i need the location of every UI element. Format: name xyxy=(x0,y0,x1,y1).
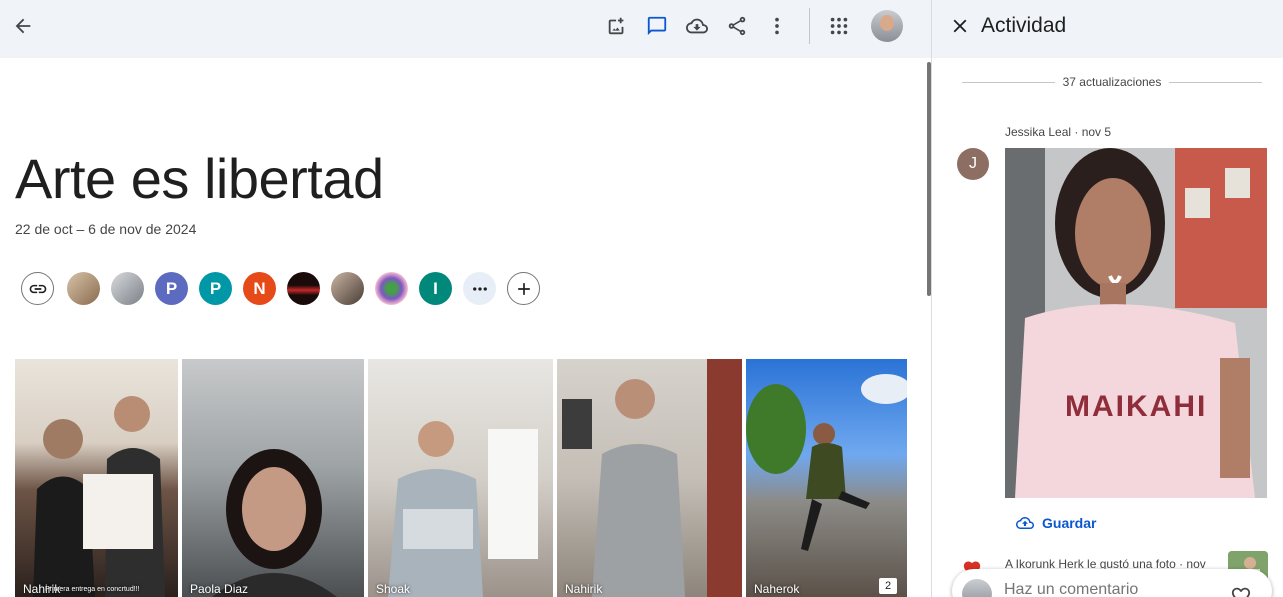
activity-title: Actividad xyxy=(981,14,1067,37)
comment-input[interactable] xyxy=(1004,581,1214,597)
back-button[interactable] xyxy=(3,6,43,46)
commenter-avatar xyxy=(962,579,992,597)
member-avatar[interactable]: P xyxy=(199,272,232,305)
activity-panel: Actividad 37 actualizaciones Jessika Lea… xyxy=(931,0,1283,597)
album-dates: 22 de oct – 6 de nov de 2024 xyxy=(15,221,197,237)
save-label: Guardar xyxy=(1042,515,1097,531)
photo-tile[interactable]: Nahirik xyxy=(557,359,742,597)
member-avatar[interactable] xyxy=(67,272,100,305)
download-cloud-icon xyxy=(686,18,708,34)
comment-icon xyxy=(647,16,667,36)
share-button[interactable] xyxy=(717,6,757,46)
photo-image xyxy=(746,374,907,551)
activity-user-avatar[interactable]: J xyxy=(957,148,989,180)
more-members-button[interactable] xyxy=(463,272,496,305)
photo-caption: Shoak xyxy=(376,582,411,596)
album-title: Arte es libertad xyxy=(15,147,384,210)
back-arrow-icon xyxy=(15,18,31,34)
account-avatar[interactable] xyxy=(871,10,903,42)
activity-toggle-button[interactable] xyxy=(637,6,677,46)
photo-image xyxy=(562,359,742,597)
more-vert-icon xyxy=(775,17,779,35)
photo-overlay-text: Primera entrega en concrtud!!! xyxy=(45,586,140,593)
photo-caption: Naherok xyxy=(754,582,800,596)
photo-image xyxy=(212,449,337,597)
member-avatar[interactable]: N xyxy=(243,272,276,305)
comment-bar xyxy=(952,569,1272,597)
photo-tile[interactable]: Nahirik Primera entrega en concrtud!!! xyxy=(15,359,178,597)
add-member-button[interactable] xyxy=(507,272,540,305)
cloud-upload-icon xyxy=(1016,517,1034,529)
photo-tile[interactable]: Shoak xyxy=(368,359,553,597)
activity-photo[interactable]: MAIKAHI xyxy=(1005,148,1267,498)
app-window: Arte es libertad 22 de oct – 6 de nov de… xyxy=(0,0,1283,597)
member-avatar[interactable] xyxy=(111,272,144,305)
photo-tile[interactable]: Paola Diaz xyxy=(182,359,364,597)
photo-caption: Nahirik xyxy=(565,582,603,596)
add-photos-button[interactable] xyxy=(597,6,637,46)
close-activity-button[interactable] xyxy=(940,6,980,46)
photo-image xyxy=(388,421,538,597)
top-app-bar xyxy=(0,0,931,58)
photo-caption: Paola Diaz xyxy=(190,582,249,596)
member-avatar[interactable] xyxy=(375,272,408,305)
google-apps-button[interactable] xyxy=(819,6,859,46)
activity-item-meta: Jessika Leal · nov 5 xyxy=(1005,125,1112,139)
share-icon xyxy=(728,16,746,36)
add-icon xyxy=(517,282,530,295)
member-avatar[interactable]: I xyxy=(419,272,452,305)
member-avatar[interactable]: P xyxy=(155,272,188,305)
close-icon xyxy=(953,19,967,33)
save-button[interactable]: Guardar xyxy=(1016,512,1096,534)
apps-grid-icon xyxy=(830,17,848,35)
activity-photo-image: MAIKAHI xyxy=(1005,148,1267,498)
updates-count: 37 actualizaciones xyxy=(1054,75,1170,89)
activity-header: Actividad xyxy=(932,0,1283,58)
link-icon xyxy=(29,284,46,293)
download-button[interactable] xyxy=(677,6,717,46)
like-heart-icon[interactable] xyxy=(1230,585,1252,597)
svg-text:MAIKAHI: MAIKAHI xyxy=(1065,390,1207,423)
album-pane: Arte es libertad 22 de oct – 6 de nov de… xyxy=(0,0,931,597)
member-avatar[interactable] xyxy=(287,272,320,305)
photo-image xyxy=(33,396,165,597)
updates-separator: 37 actualizaciones xyxy=(962,75,1262,91)
member-avatar[interactable] xyxy=(331,272,364,305)
add-photo-icon xyxy=(608,17,624,35)
copy-link-button[interactable] xyxy=(21,272,54,305)
photo-count-badge: 2 xyxy=(879,578,897,594)
toolbar-divider xyxy=(809,8,810,44)
more-horiz-icon xyxy=(472,286,487,291)
photo-tile[interactable]: Naherok 2 xyxy=(746,359,907,597)
more-options-button[interactable] xyxy=(757,6,797,46)
